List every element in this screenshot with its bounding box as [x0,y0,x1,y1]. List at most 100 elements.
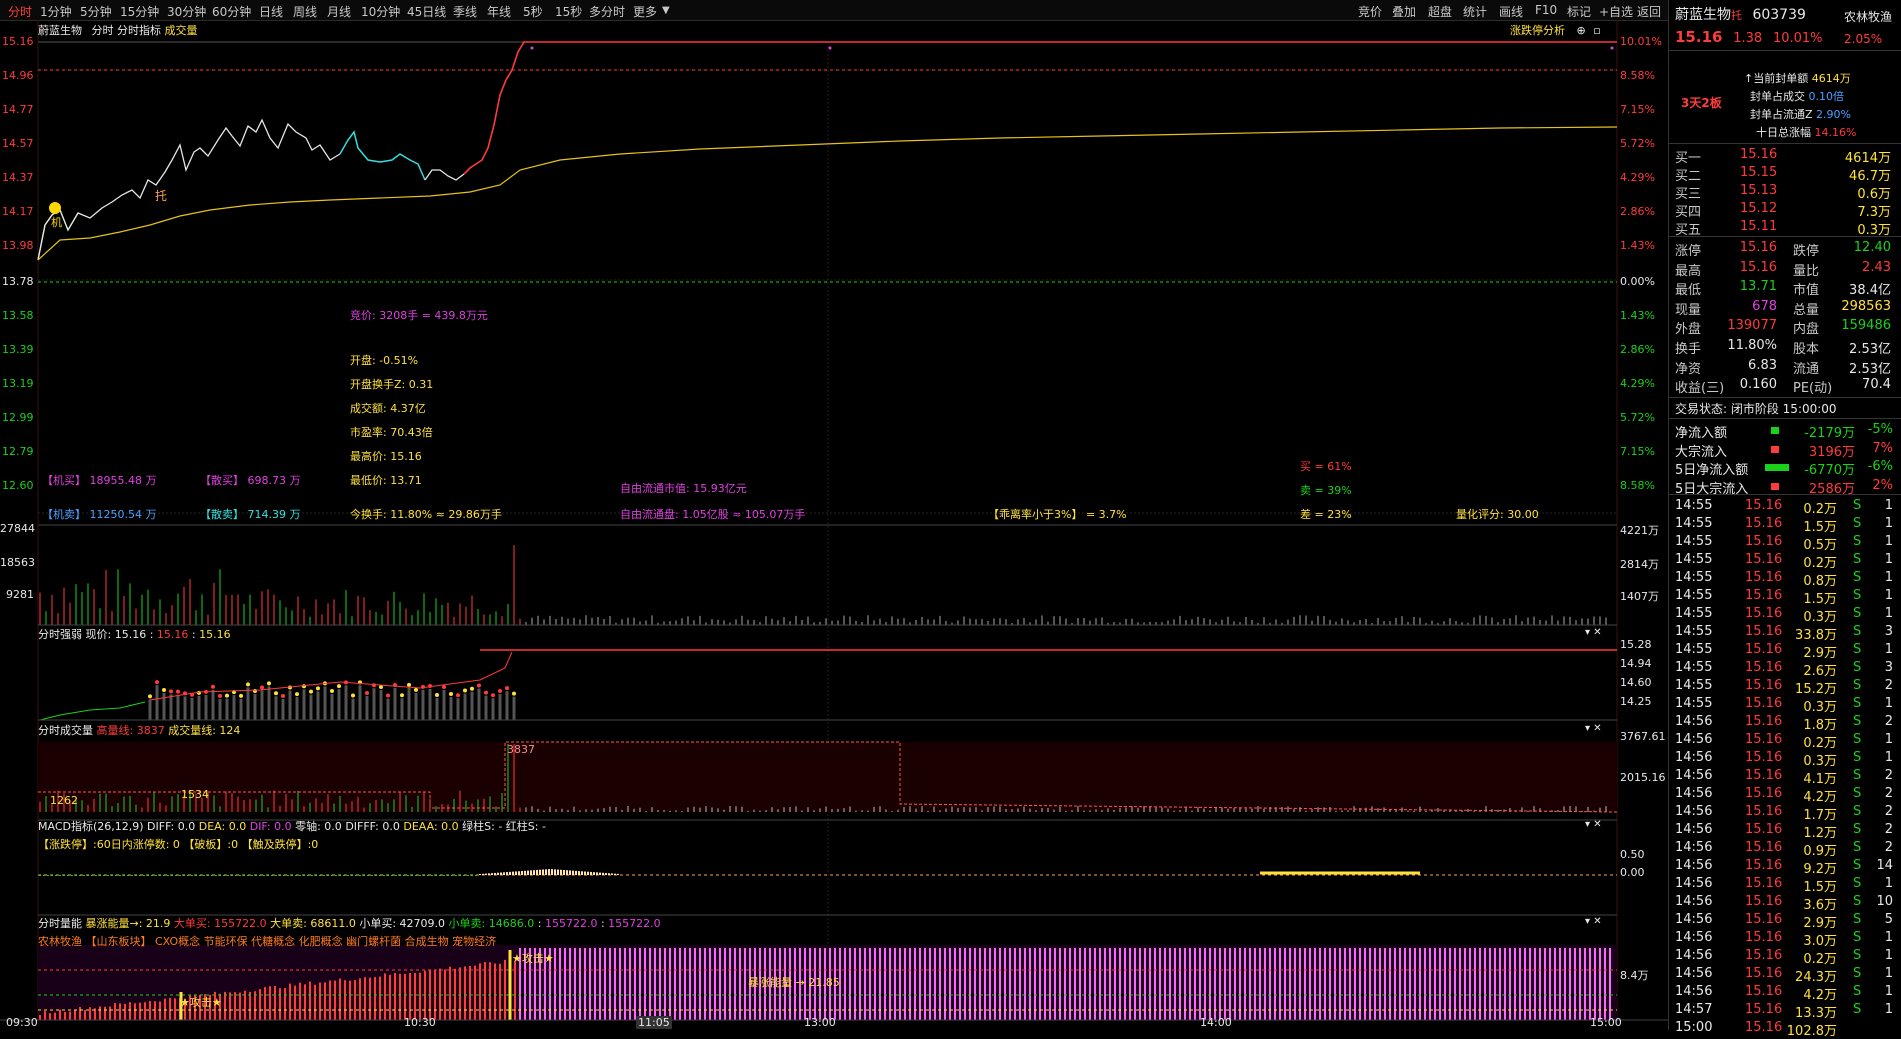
tick-time: 14:55 [1675,570,1713,585]
bid-price: 15.13 [1740,183,1778,198]
limit-dot [828,46,832,50]
tick-volume: 15.2万 [1795,682,1837,697]
draw-line-button[interactable]: 画线 [1499,3,1523,20]
subtab-volume[interactable]: 成交量 [165,24,198,37]
flow-bar [1771,482,1779,490]
tick-time: 14:56 [1675,966,1713,981]
qiangruo-header: 分时强弱 现价: 15.16 : 15.16 : 15.16 [38,628,231,641]
tick-volume: 3.6万 [1803,898,1837,913]
tick-price: 15.16 [1745,714,1783,729]
info-low: 最低价: 13.71 [350,474,422,487]
ln-tick: 8.4万 [1620,969,1649,982]
tab-monthly[interactable]: 月线 [327,3,351,20]
seal-row: ↑当前封单额 4614万 [1744,72,1851,85]
liangneng-header: 分时量能 暴涨能量→: 21.9 大单买: 155722.0 大单卖: 6861… [38,917,661,930]
stats-button[interactable]: 统计 [1463,3,1487,20]
bid-volume: 46.7万 [1849,169,1891,184]
time-tick: 15:00 [1590,1016,1622,1029]
tick-price: 15.16 [1745,876,1783,891]
tab-yearly[interactable]: 年线 [487,3,511,20]
bid-row[interactable]: 买三 15.13 0.6万 [1675,183,1897,202]
tab-daily[interactable]: 日线 [259,3,283,20]
stats-row: 最高 15.16 量比 2.43 [1675,260,1897,279]
cj-collapse-icon[interactable]: ▾ ✕ [1585,723,1602,734]
tick-row: 14:55 15.16 2.9万 S 1 [1675,642,1897,661]
tab-more[interactable]: 更多 [633,3,657,20]
add-favorite-button[interactable]: +自选 [1599,3,1633,20]
overlay-button[interactable]: 叠加 [1392,3,1416,20]
tab-5sec[interactable]: 5秒 [523,3,543,20]
tab-15min[interactable]: 15分钟 [120,3,159,20]
tick-volume: 2.6万 [1803,664,1837,679]
tick-time: 14:56 [1675,876,1713,891]
price-tick: 14.77 [2,103,34,116]
qiangruo-dot [337,684,341,689]
jimai2-text: 【机卖】 11250.54 万 [42,507,156,521]
macd-collapse-icon[interactable]: ▾ ✕ [1585,819,1602,830]
tick-direction: S [1853,606,1862,621]
period-toolbar: 分时 1分钟 5分钟 15分钟 30分钟 60分钟 日线 周线 月线 10分钟 … [0,0,1901,21]
tick-price: 15.16 [1745,786,1783,801]
pct-tick: 10.01% [1620,35,1662,48]
tick-row: 14:56 15.16 1.8万 S 2 [1675,714,1897,733]
bid-label: 买二 [1675,169,1702,184]
stats-label: 换手 [1675,342,1702,357]
quote-sector[interactable]: 农林牧渔 [1844,8,1892,25]
more-dropdown-icon[interactable]: ▼ [662,5,670,16]
stats-label: 外盘 [1675,322,1702,338]
qr-collapse-icon[interactable]: ▾ ✕ [1585,627,1602,638]
vol-tick-left: 9281 [6,588,34,601]
flow-value: -2179万 [1804,426,1855,441]
tick-volume: 1.5万 [1803,520,1837,535]
tick-count: 5 [1884,912,1893,927]
liangneng-dadanmai2: 大单卖: 68611.0 [270,917,356,930]
tab-5min[interactable]: 5分钟 [80,3,112,20]
f10-button[interactable]: F10 [1535,3,1557,17]
super-button[interactable]: 超盘 [1428,3,1452,20]
tab-weekly[interactable]: 周线 [293,3,317,20]
tab-1min[interactable]: 1分钟 [40,3,72,20]
close-icon[interactable]: ▫ [1593,24,1600,37]
qr-tick: 14.60 [1620,676,1652,689]
ln-collapse-icon[interactable]: ▾ ✕ [1585,916,1602,927]
tick-row: 14:56 15.16 4.1万 S 2 [1675,768,1897,787]
chart-area[interactable]: 机 托 竞价: 3208手 = 439.8万元 开盘: -0.51% 开盘换手Z… [0,20,1668,1030]
tick-time: 14:55 [1675,516,1713,531]
seal-row: 十日总涨幅 14.16% [1756,126,1857,139]
subtab-indicator[interactable]: 分时指标 [117,24,161,37]
quote-code: 603739 [1752,7,1806,23]
price-tick: 13.98 [2,239,34,252]
tab-fenshi[interactable]: 分时 [8,3,32,20]
tick-time: 14:56 [1675,948,1713,963]
tab-season[interactable]: 季线 [453,3,477,20]
limit-analysis-link[interactable]: 涨跌停分析 [1510,24,1565,37]
tab-60min[interactable]: 60分钟 [212,3,251,20]
qiangruo-dot [162,687,166,692]
tick-time: 14:57 [1675,1002,1713,1017]
tick-row: 14:56 15.16 4.2万 S 2 [1675,786,1897,805]
bid-row[interactable]: 买二 15.15 46.7万 [1675,165,1897,184]
tab-30min[interactable]: 30分钟 [167,3,206,20]
flow-row: 大宗流入 3196万 7% [1675,441,1897,460]
bid-row[interactable]: 买五 15.11 0.3万 [1675,219,1897,238]
tick-price: 15.16 [1745,768,1783,783]
bid-row[interactable]: 买一 15.16 4614万 [1675,147,1897,166]
auction-button[interactable]: 竞价 [1358,3,1382,20]
back-button[interactable]: 返回 [1637,3,1661,20]
tick-direction: S [1853,534,1862,549]
seal-row: 封单占流通Z 2.90% [1750,108,1851,121]
tab-45day[interactable]: 45日线 [407,3,446,20]
info-high: 最高价: 15.16 [350,449,422,463]
bid-row[interactable]: 买四 15.12 7.3万 [1675,201,1897,220]
bid-label: 买三 [1675,187,1702,202]
mark-button[interactable]: 标记 [1567,3,1591,20]
tab-15sec[interactable]: 15秒 [555,3,582,20]
tab-10min[interactable]: 10分钟 [361,3,400,20]
flow-label: 5日净流入额 [1675,463,1749,478]
settings-icon[interactable]: ⊕ [1577,24,1586,37]
tick-row: 14:56 15.16 1.2万 S 2 [1675,822,1897,841]
tab-multi[interactable]: 多分时 [589,3,625,20]
qiangruo-dot [498,689,502,694]
tick-time: 15:00 [1675,1020,1713,1035]
subtab-fenshi[interactable]: 分时 [92,24,114,37]
